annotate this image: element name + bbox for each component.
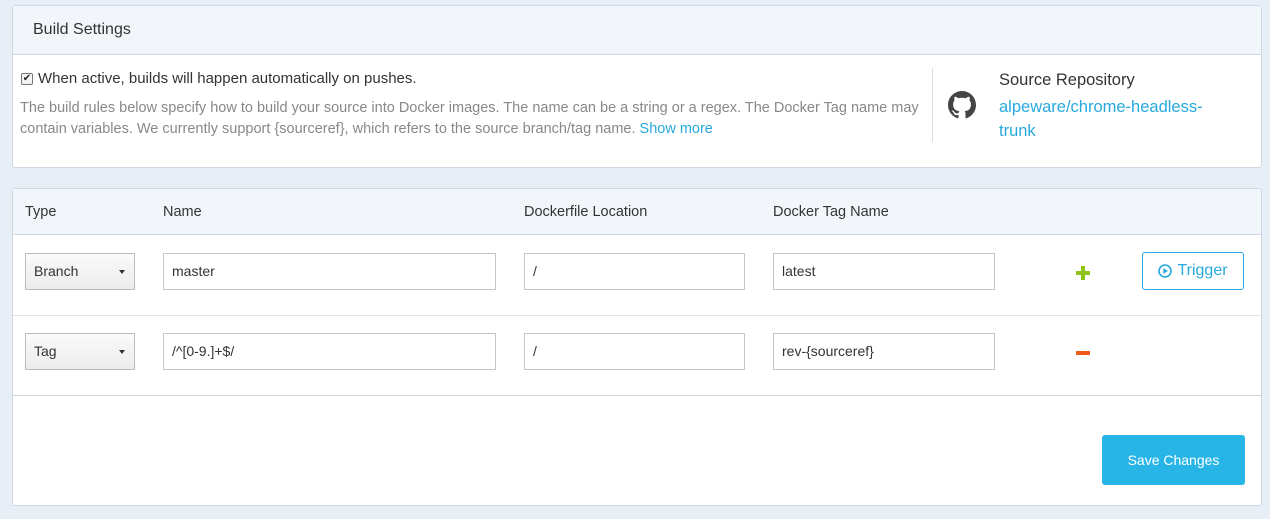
type-select[interactable]: Tag (25, 333, 135, 370)
help-text: The build rules below specify how to bui… (20, 100, 919, 137)
name-input[interactable]: master (163, 253, 496, 290)
build-rules-panel: Type Name Dockerfile Location Docker Tag… (12, 188, 1262, 506)
show-more-link[interactable]: Show more (640, 121, 713, 137)
header-type: Type (25, 204, 57, 220)
docker-tag-input[interactable]: latest (773, 253, 995, 290)
dockerfile-location-input[interactable]: / (524, 253, 745, 290)
caret-down-icon (119, 270, 125, 274)
type-select[interactable]: Branch (25, 253, 135, 290)
source-repository-label: Source Repository (999, 71, 1135, 89)
save-changes-button[interactable]: Save Changes (1102, 435, 1245, 485)
header-docker-tag-name: Docker Tag Name (773, 204, 889, 220)
header-dockerfile-location: Dockerfile Location (524, 204, 648, 220)
save-changes-label: Save Changes (1127, 452, 1220, 468)
divider (932, 68, 933, 142)
type-select-value: Branch (34, 263, 79, 279)
trigger-label: Trigger (1177, 262, 1228, 279)
panel-title: Build Settings (13, 6, 1261, 55)
docker-tag-input[interactable]: rev-{sourceref} (773, 333, 995, 370)
build-rules-help: The build rules below specify how to bui… (20, 98, 925, 140)
minus-icon[interactable] (1075, 345, 1091, 361)
table-row: Tag /^[0-9.]+$/ / rev-{sourceref} (13, 316, 1261, 396)
header-name: Name (163, 204, 202, 220)
plus-icon[interactable] (1075, 265, 1091, 281)
caret-down-icon (119, 350, 125, 354)
autobuild-toggle: ✔ When active, builds will happen automa… (21, 70, 417, 87)
autobuild-label: When active, builds will happen automati… (38, 70, 417, 87)
table-row: Branch master / latest (13, 235, 1261, 316)
autobuild-checkbox[interactable]: ✔ (21, 72, 33, 85)
source-repository-link[interactable]: alpeware/chrome-headless-trunk (999, 95, 1229, 143)
play-circle-icon (1158, 264, 1173, 278)
trigger-button[interactable]: Trigger (1142, 252, 1244, 290)
type-select-value: Tag (34, 343, 57, 359)
dockerfile-location-input[interactable]: / (524, 333, 745, 370)
name-input[interactable]: /^[0-9.]+$/ (163, 333, 496, 370)
github-icon (948, 91, 976, 119)
rules-table-header: Type Name Dockerfile Location Docker Tag… (13, 189, 1261, 235)
